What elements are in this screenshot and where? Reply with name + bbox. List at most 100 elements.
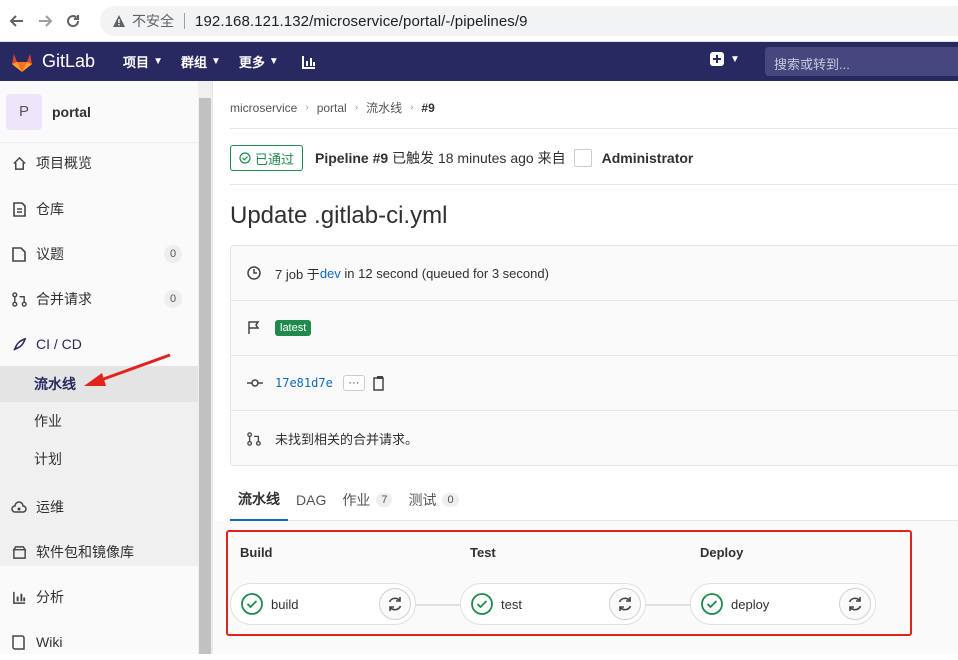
info-row-merge-request: 未找到相关的合并请求。 [231,411,958,466]
back-icon[interactable] [6,10,28,32]
stage-title-build: Build [240,545,273,560]
chevron-right-icon: › [354,102,359,113]
success-icon [701,593,723,615]
check-circle-icon [239,152,251,164]
success-icon [471,593,493,615]
gitlab-header: GitLab 项目 ▼ 群组 ▼ 更多 ▼ ▼ 搜索或转到... [0,42,958,81]
sidebar-item-label: 议题 [36,246,64,262]
user-avatar[interactable] [573,149,592,167]
job-name: build [271,596,299,612]
sidebar-item-operations[interactable]: 运维 [0,489,198,525]
home-icon [10,156,28,171]
rocket-icon [10,337,28,352]
tanuki-icon [12,53,32,72]
stage-title-deploy: Deploy [700,545,744,560]
retry-button[interactable] [609,588,641,620]
new-item-button[interactable]: ▼ [710,52,740,66]
sidebar-item-issues[interactable]: 议题 0 [0,236,198,272]
job-name: test [501,596,522,612]
job-build[interactable]: build [230,583,416,625]
sidebar-item-packages[interactable]: 软件包和镜像库 [0,534,198,570]
issues-icon [10,246,28,262]
sidebar-item-label: 软件包和镜像库 [36,544,134,560]
search-input[interactable]: 搜索或转到... [765,47,958,76]
sidebar-item-repository[interactable]: 仓库 [0,191,198,227]
sidebar-item-wiki[interactable]: Wiki [0,624,198,660]
user-link[interactable]: Administrator [602,150,694,166]
tab-jobs[interactable]: 作业 7 [334,479,400,521]
pipeline-id: Pipeline #9 [315,150,389,166]
chevron-down-icon: ▼ [268,56,279,67]
tab-dag[interactable]: DAG [288,479,334,521]
no-merge-request-text: 未找到相关的合并请求。 [275,432,419,447]
chevron-right-icon: › [305,102,309,113]
merge-requests-count-badge: 0 [164,290,182,308]
sidebar-item-label: 分析 [36,589,64,605]
breadcrumb-pipelines[interactable]: 流水线 [366,99,402,116]
tab-label: 测试 [408,492,437,508]
book-icon [10,634,28,650]
retry-button[interactable] [379,588,411,620]
menu-groups[interactable]: 群组 ▼ [181,52,221,71]
breadcrumb-current[interactable]: #9 [421,101,434,115]
project-avatar: P [6,93,42,130]
divider [230,184,958,185]
sidebar-item-analytics[interactable]: 分析 [0,579,198,615]
commit-sha-link[interactable]: 17e81d7e [275,376,333,390]
warning-icon [113,15,125,27]
breadcrumb-group[interactable]: microservice [230,101,297,115]
sidebar-scrollbar[interactable] [199,98,211,654]
status-badge-label: 已通过 [255,151,295,167]
address-bar[interactable]: 不安全 192.168.121.132/microservice/portal/… [100,6,958,36]
expand-commit-button[interactable]: ··· [342,375,365,391]
issues-count-badge: 0 [164,245,182,263]
sidebar-project-header[interactable]: P portal [0,81,198,143]
copy-icon[interactable] [373,375,387,391]
from-label: 来自 [537,150,566,166]
pipeline-tabs: 流水线 DAG 作业 7 测试 0 [230,479,958,521]
sidebar-item-label: 合并请求 [36,291,92,307]
pipeline-status-row: 已通过 Pipeline #9 已触发 18 minutes ago 来自 Ad… [230,145,693,171]
stage-connector [646,604,692,606]
info-row-tag: latest [231,301,958,356]
sidebar-item-overview[interactable]: 项目概览 [0,145,198,181]
tab-tests[interactable]: 测试 0 [400,479,466,521]
forward-icon[interactable] [34,10,56,32]
main-content: microservice › portal › 流水线 › #9 已通过 Pipeli… [214,81,958,654]
breadcrumb-project[interactable]: portal [317,101,347,115]
triggered-time: 18 minutes ago [437,150,534,166]
url-text: 192.168.121.132/microservice/portal/-/pi… [195,12,528,30]
chevron-down-icon: ▼ [730,53,740,65]
tab-count-badge: 0 [442,493,459,507]
reload-icon[interactable] [62,10,84,32]
activity-chart-icon[interactable] [301,54,317,70]
tab-pipeline[interactable]: 流水线 [230,479,288,521]
merge-request-icon [247,431,265,446]
tab-count-badge: 7 [376,493,393,507]
stage-connector [416,604,462,606]
job-deploy[interactable]: deploy [690,583,876,625]
insecure-label: 不安全 [132,13,174,29]
cloud-gear-icon [10,500,28,514]
branch-link[interactable]: dev [320,266,341,281]
status-badge[interactable]: 已通过 [230,145,304,171]
menu-groups-label: 群组 [180,55,207,70]
retry-icon [388,597,402,611]
sidebar-subitem-schedules[interactable]: 计划 [0,441,198,477]
merge-request-icon [10,291,28,307]
sidebar-item-label: Wiki [36,634,63,650]
sidebar-subitem-jobs[interactable]: 作业 [0,403,198,439]
brand-name: GitLab [42,51,96,71]
sidebar-item-merge-requests[interactable]: 合并请求 0 [0,281,198,317]
job-test[interactable]: test [460,583,646,625]
retry-button[interactable] [839,588,871,620]
chart-icon [10,590,28,605]
pipeline-graph: Build Test Deploy build test deploy [214,521,958,654]
menu-more[interactable]: 更多 ▼ [239,52,279,71]
gitlab-logo[interactable]: GitLab [10,51,95,73]
flag-icon [247,321,265,335]
menu-projects[interactable]: 项目 ▼ [123,52,163,71]
clock-icon [247,266,265,280]
divider [230,128,958,129]
sidebar-item-label: 运维 [36,499,64,515]
